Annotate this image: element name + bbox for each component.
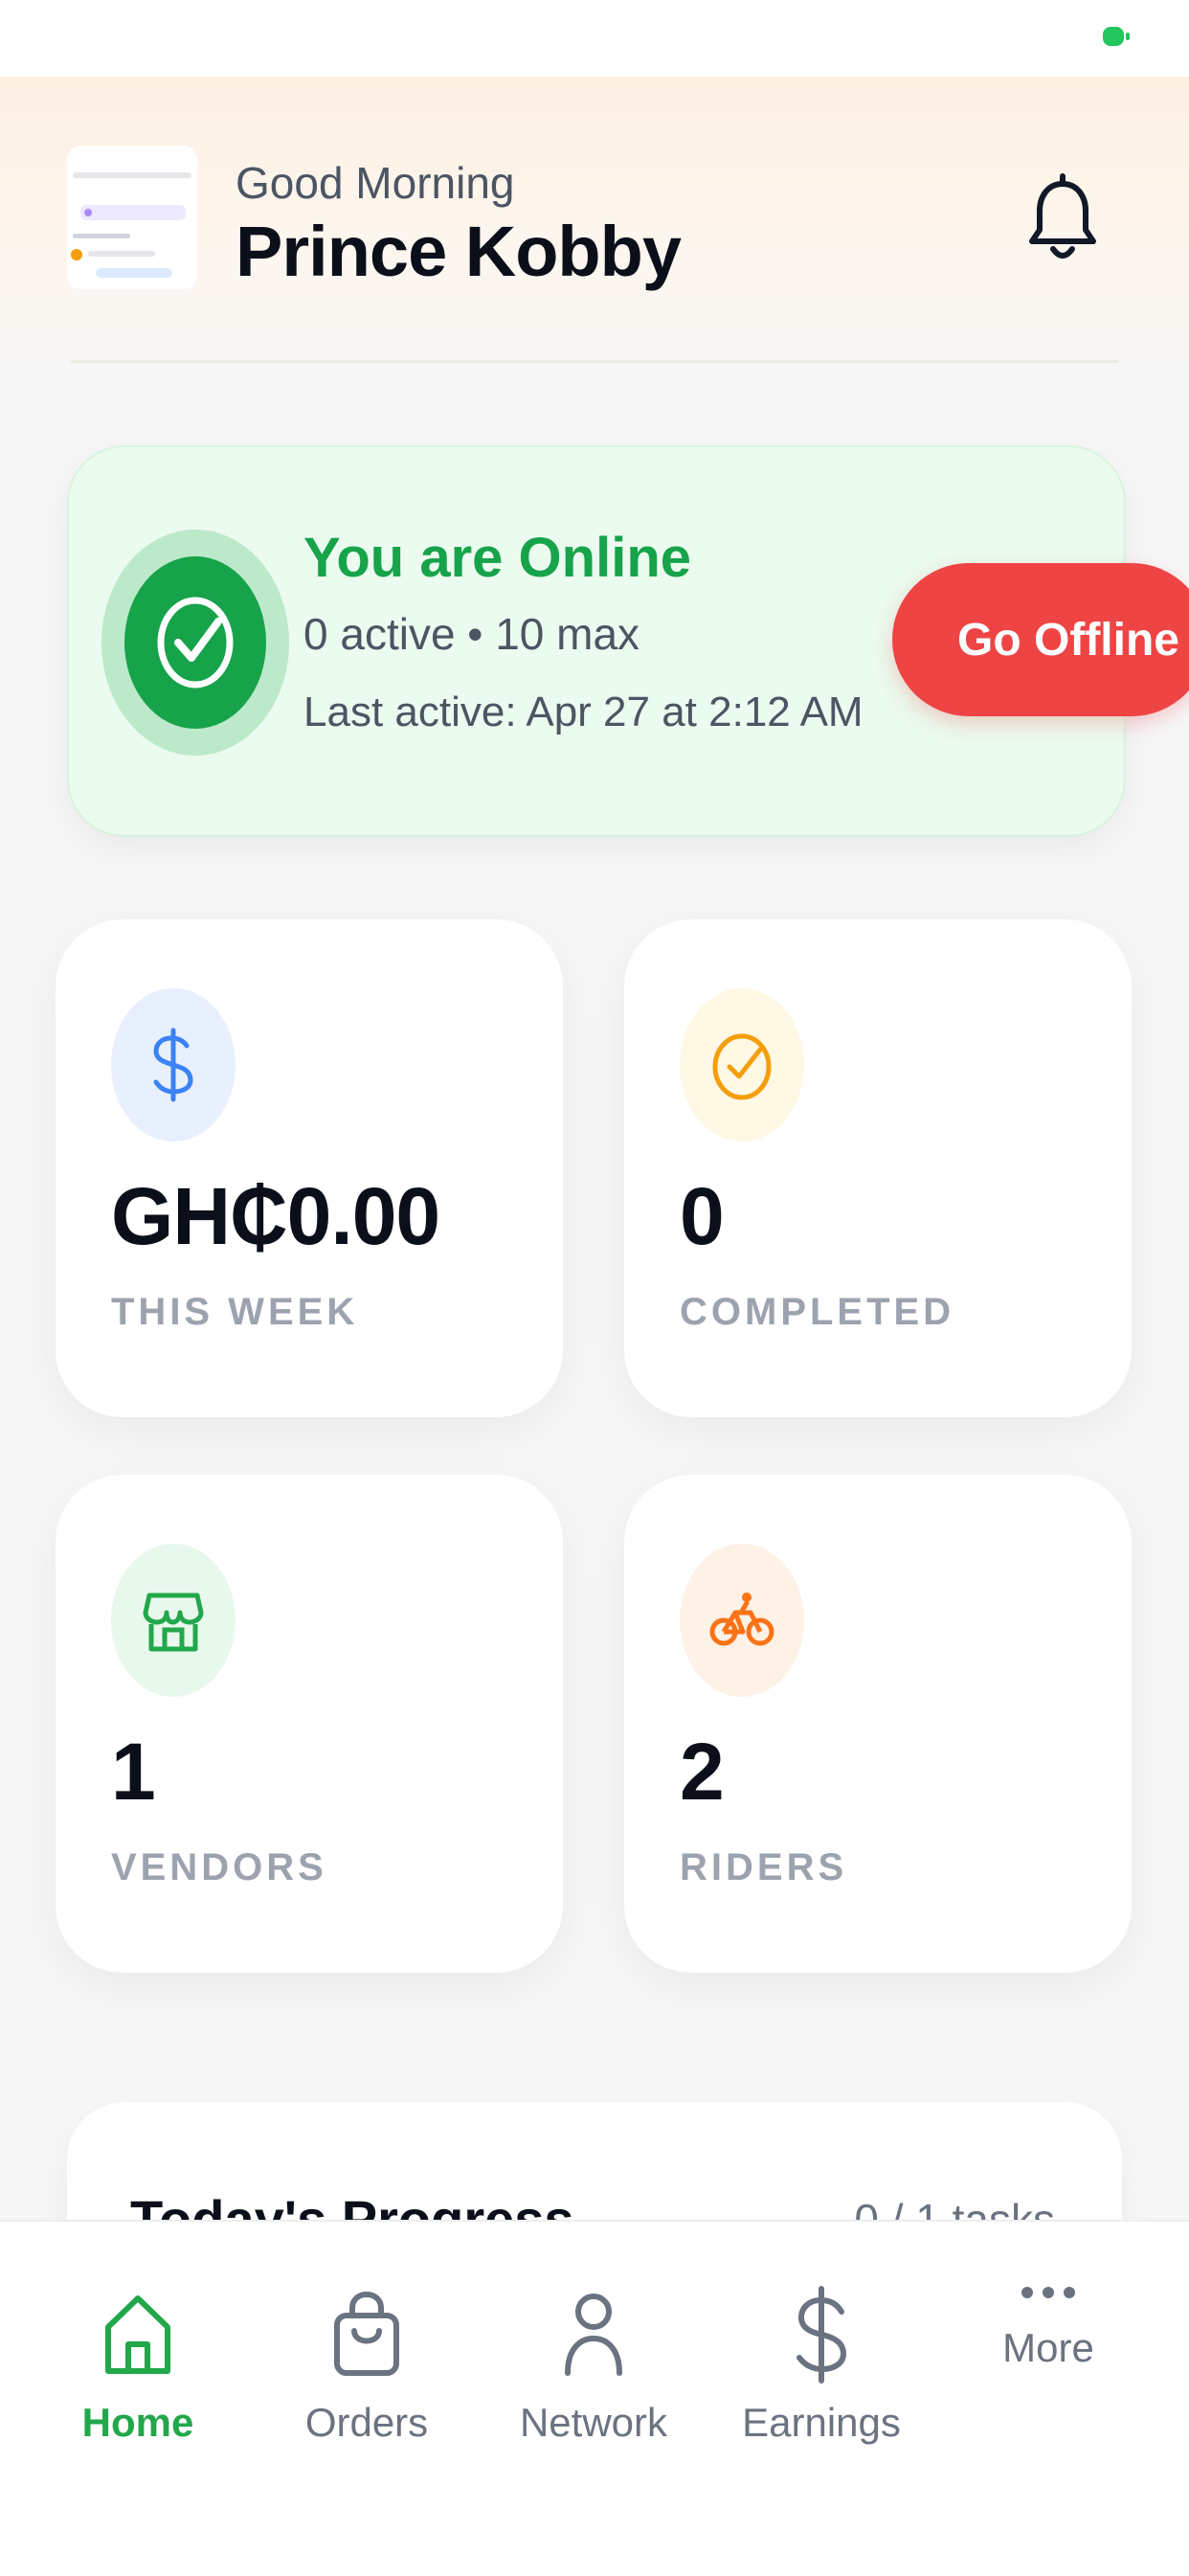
stat-label: COMPLETED [680,1291,955,1333]
greeting-text: Good Morning [236,158,515,208]
capacity-text: 0 active • 10 max [303,609,640,659]
avatar-image [67,146,197,289]
tab-label: Earnings [742,2400,901,2445]
tab-label: Network [519,2400,668,2445]
tab-label: More [1002,2325,1094,2370]
bicycle-icon [680,1544,804,1697]
online-status-title: You are Online [303,527,692,589]
shopping-bag-icon [334,2291,399,2376]
more-dots-icon [1021,2287,1075,2298]
user-name: Prince Kobby [236,212,682,291]
online-check-icon [101,530,289,756]
stat-card-vendors[interactable]: 1 VENDORS [56,1475,563,1973]
tab-network[interactable]: Network [488,2222,699,2509]
last-active-text: Last active: Apr 27 at 2:12 AM [303,689,864,735]
stat-value: GH₵0.00 [111,1171,440,1261]
check-circle-icon [680,988,804,1141]
stat-value: 1 [111,1727,156,1817]
tab-earnings[interactable]: Earnings [716,2222,927,2509]
status-bar [0,0,1189,77]
bottom-tab-bar: Home Orders Network Earnings More [0,2220,1189,2576]
battery-icon [1103,27,1130,46]
tab-home[interactable]: Home [33,2222,243,2509]
stat-card-completed[interactable]: 0 COMPLETED [624,919,1132,1417]
tab-label: Orders [304,2400,429,2445]
stat-label: VENDORS [111,1846,327,1888]
dollar-icon [111,988,236,1141]
stat-label: THIS WEEK [111,1291,359,1333]
avatar[interactable] [67,146,197,289]
stat-value: 0 [680,1171,725,1261]
home-icon [105,2295,170,2374]
stat-label: RIDERS [680,1846,848,1888]
stat-value: 2 [680,1727,725,1817]
tab-label: Home [81,2400,194,2445]
stat-card-this-week[interactable]: GH₵0.00 THIS WEEK [56,919,563,1417]
stat-card-riders[interactable]: 2 RIDERS [624,1475,1132,1973]
tab-orders[interactable]: Orders [261,2222,472,2509]
home-header: Good Morning Prince Kobby [0,77,1189,364]
store-icon [111,1544,236,1697]
notification-bell-icon[interactable] [1026,170,1099,266]
dollar-icon [796,2286,847,2384]
tab-more[interactable]: More [943,2222,1154,2509]
header-divider [71,360,1118,363]
person-icon [565,2294,622,2376]
go-offline-button[interactable]: Go Offline [892,563,1189,716]
